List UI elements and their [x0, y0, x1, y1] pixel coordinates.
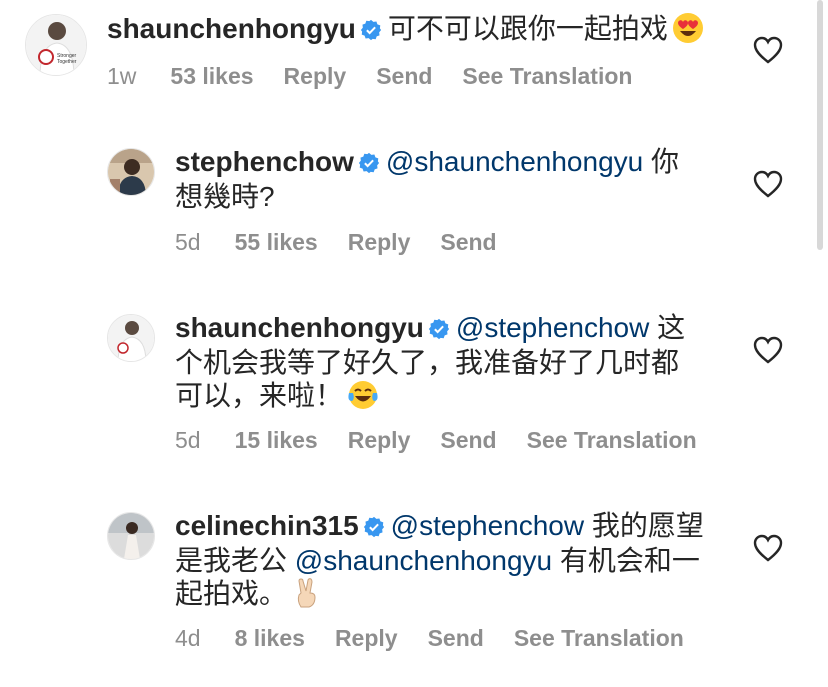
timestamp[interactable]: 4d [175, 625, 201, 651]
comment-text: 我的愿望 [591, 510, 704, 541]
timestamp[interactable]: 5d [175, 427, 201, 453]
likes-count[interactable]: 53 likes [170, 63, 253, 89]
reply-button[interactable]: Reply [348, 427, 411, 453]
send-button[interactable]: Send [376, 63, 432, 89]
verified-badge-icon [363, 513, 385, 545]
comment-text: 有机会和一 [559, 545, 700, 576]
comment-text: 个机会我等了好久了，我准备好了几时都 [175, 347, 680, 378]
comment-text: 是我老公 [175, 545, 288, 576]
avatar-text-together: Together [57, 59, 77, 65]
comment-text: 可不可以跟你一起拍戏 [387, 13, 668, 44]
comment-text: 这 [657, 312, 686, 343]
heart-icon[interactable] [753, 170, 783, 198]
send-button[interactable]: Send [440, 229, 496, 255]
reply-button[interactable]: Reply [348, 229, 411, 255]
avatar[interactable]: Stronger Together [25, 14, 87, 76]
send-button[interactable]: Send [428, 625, 484, 651]
verified-badge-icon [358, 149, 380, 181]
username[interactable]: shaunchenhongyu [175, 312, 424, 343]
avatar[interactable] [107, 512, 155, 560]
send-button[interactable]: Send [440, 427, 496, 453]
reply-button[interactable]: Reply [284, 63, 347, 89]
mention-link[interactable]: @shaunchenhongyu [295, 545, 552, 576]
comment-text: 可以，来啦！ [175, 380, 344, 411]
mention-link[interactable]: @shaunchenhongyu [386, 146, 643, 177]
tears-of-joy-emoji-icon [347, 379, 379, 418]
heart-icon[interactable] [753, 36, 783, 64]
comment-text: 你 [651, 146, 680, 177]
heart-icon[interactable] [753, 336, 783, 364]
likes-count[interactable]: 15 likes [235, 427, 318, 453]
comment-text: 想幾時? [175, 181, 275, 212]
timestamp[interactable]: 1w [107, 63, 136, 89]
see-translation-button[interactable]: See Translation [527, 427, 697, 453]
verified-badge-icon [360, 16, 382, 48]
comment-text: 起拍戏。 [175, 578, 288, 609]
username[interactable]: celinechin315 [175, 510, 359, 541]
see-translation-button[interactable]: See Translation [462, 63, 632, 89]
likes-count[interactable]: 55 likes [235, 229, 318, 255]
username[interactable]: shaunchenhongyu [107, 13, 356, 44]
heart-eyes-emoji-icon [672, 12, 704, 51]
heart-icon[interactable] [753, 534, 783, 562]
scrollbar[interactable] [817, 0, 823, 250]
see-translation-button[interactable]: See Translation [514, 625, 684, 651]
mention-link[interactable]: @stephenchow [391, 510, 584, 541]
mention-link[interactable]: @stephenchow [456, 312, 649, 343]
avatar[interactable] [107, 314, 155, 362]
username[interactable]: stephenchow [175, 146, 354, 177]
reply-button[interactable]: Reply [335, 625, 398, 651]
verified-badge-icon [428, 315, 450, 347]
timestamp[interactable]: 5d [175, 229, 201, 255]
victory-hand-emoji-icon [291, 577, 323, 616]
avatar[interactable] [107, 148, 155, 196]
likes-count[interactable]: 8 likes [235, 625, 305, 651]
